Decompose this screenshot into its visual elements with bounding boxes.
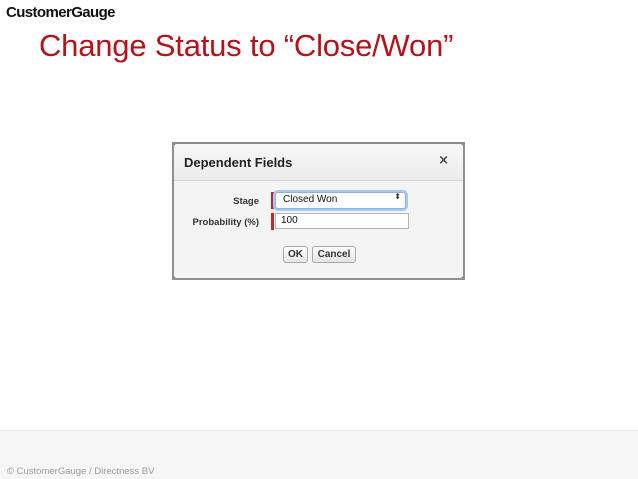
screenshot-frame: Dependent Fields × Stage Closed Won ⬍ Pr… bbox=[172, 142, 465, 280]
select-arrows-icon: ⬍ bbox=[394, 192, 401, 201]
stage-required-indicator bbox=[271, 192, 274, 209]
slide-footer: © CustomerGauge / Directness BV bbox=[0, 430, 638, 479]
dialog-header: Dependent Fields × bbox=[174, 144, 463, 181]
probability-required-indicator bbox=[271, 213, 274, 230]
ok-button[interactable]: OK bbox=[283, 246, 308, 263]
stage-select[interactable]: Closed Won ⬍ bbox=[275, 192, 406, 209]
dependent-fields-dialog: Dependent Fields × Stage Closed Won ⬍ Pr… bbox=[174, 144, 463, 278]
footer-copyright: © CustomerGauge / Directness BV bbox=[7, 466, 155, 477]
cancel-button[interactable]: Cancel bbox=[312, 246, 356, 263]
slide-title: Change Status to “Close/Won” bbox=[39, 28, 454, 63]
stage-label: Stage bbox=[233, 196, 259, 207]
stage-selected-value: Closed Won bbox=[283, 194, 338, 205]
probability-input[interactable]: 100 bbox=[275, 213, 409, 229]
dialog-title: Dependent Fields bbox=[184, 155, 293, 170]
probability-label: Probability (%) bbox=[192, 217, 259, 228]
customergauge-logo: CustomerGauge bbox=[6, 4, 115, 21]
close-icon[interactable]: × bbox=[438, 153, 449, 168]
